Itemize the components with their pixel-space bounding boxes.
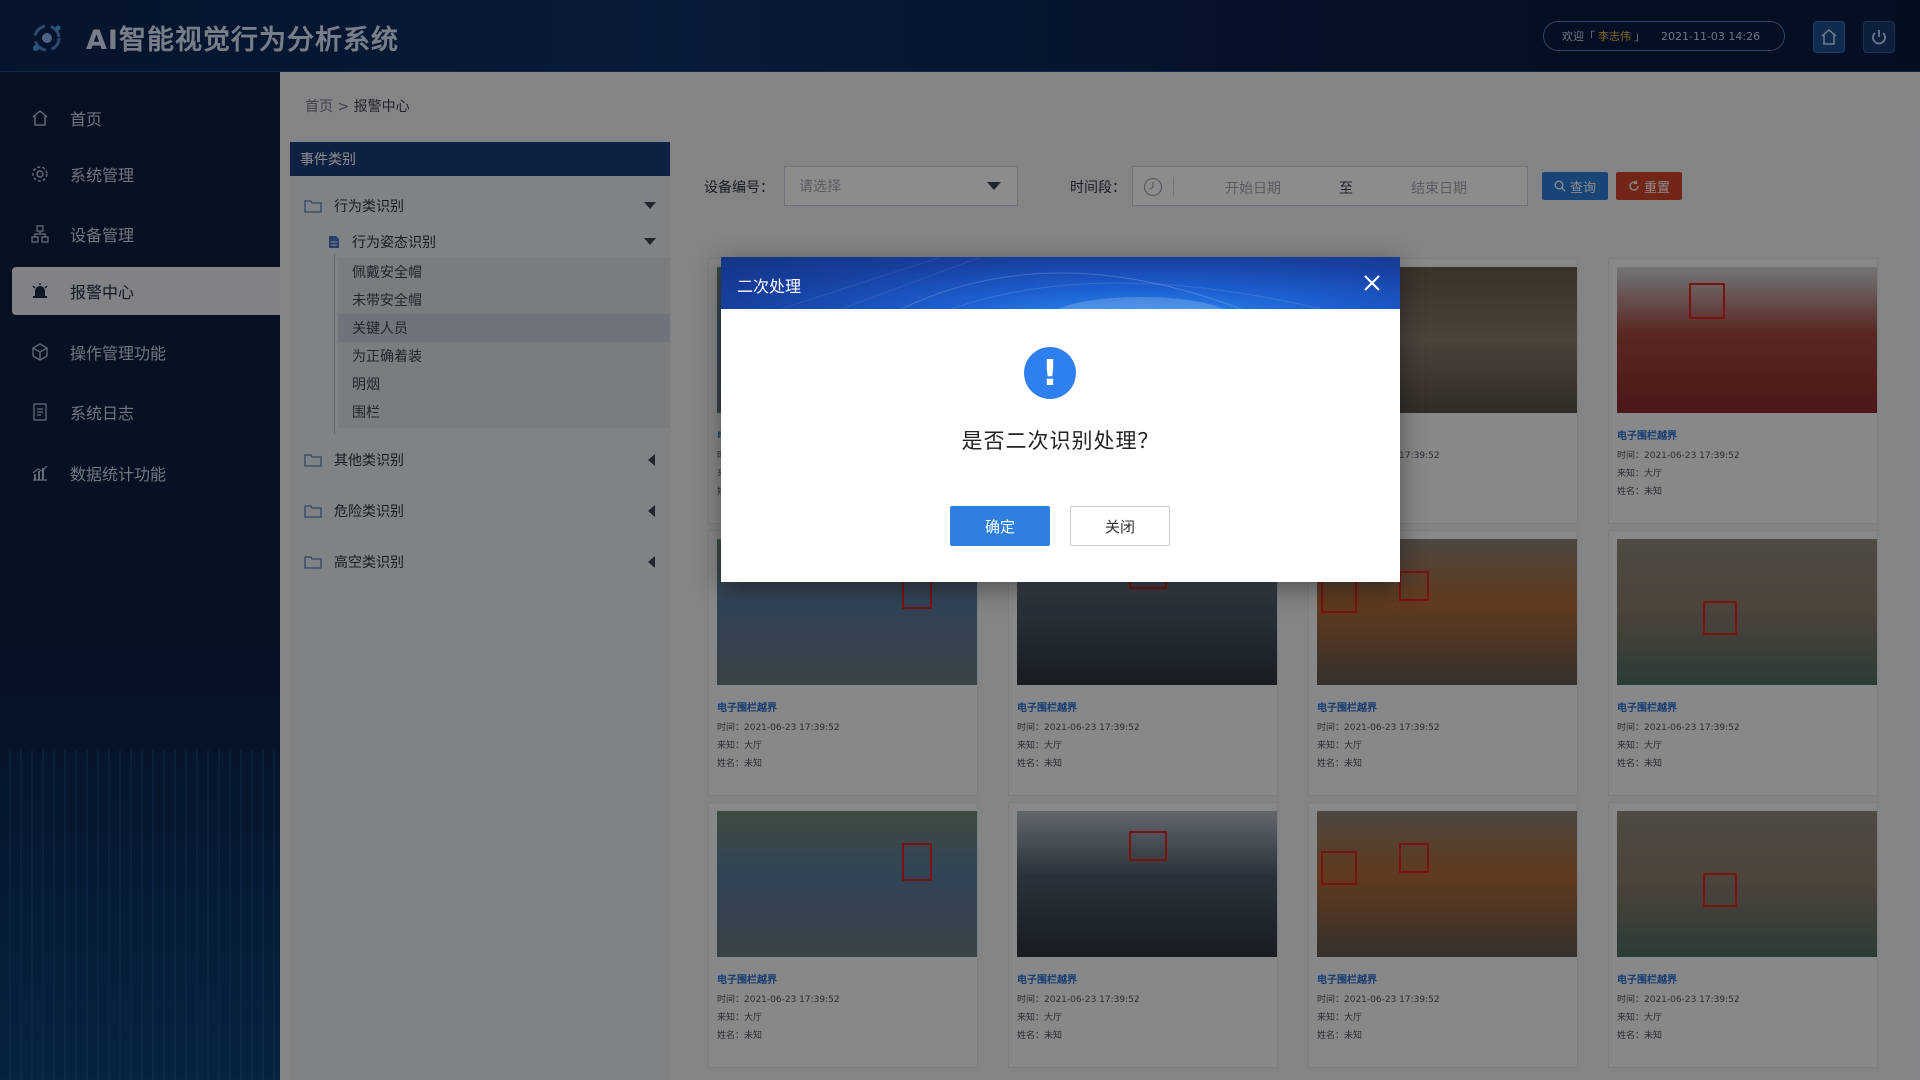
secondary-process-dialog: 二次处理 ! 是否二次识别处理？ 确定 关闭: [721, 257, 1400, 582]
close-icon[interactable]: [1362, 273, 1382, 293]
close-button[interactable]: 关闭: [1070, 506, 1170, 546]
confirm-button[interactable]: 确定: [950, 506, 1050, 546]
header-pattern: [780, 257, 1322, 309]
dialog-title: 二次处理: [737, 277, 802, 296]
dialog-header: 二次处理: [721, 257, 1400, 309]
exclamation-icon: !: [1024, 347, 1076, 399]
dialog-message: 是否二次识别处理？: [961, 429, 1160, 453]
